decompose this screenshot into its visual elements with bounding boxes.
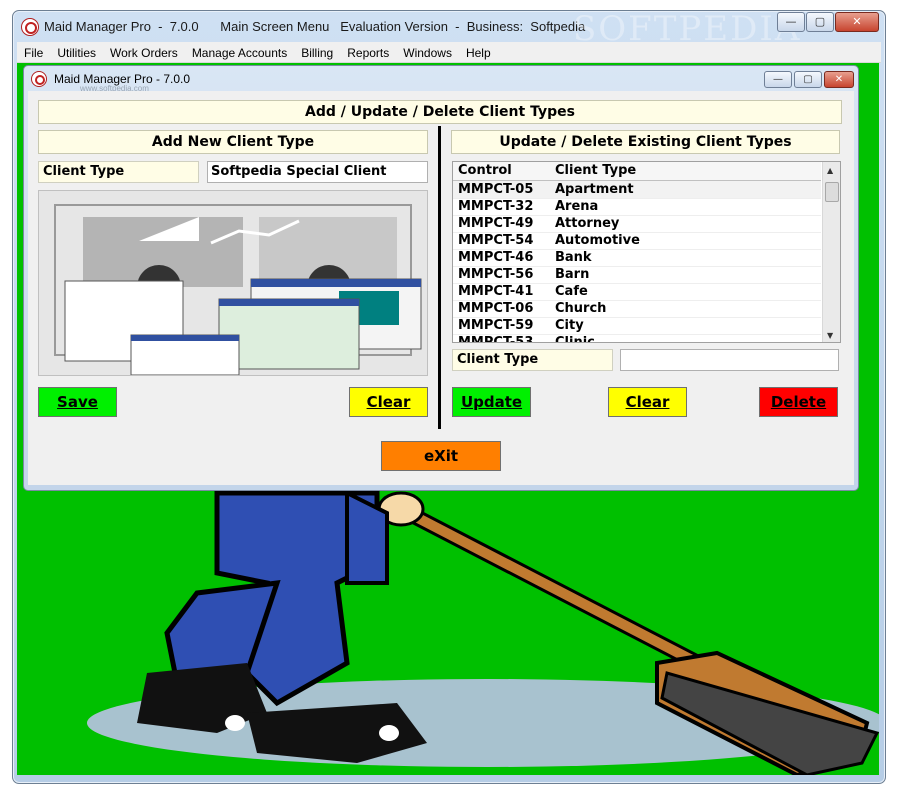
add-clear-button[interactable]: Clear [349, 387, 428, 417]
minimize-button[interactable]: — [777, 12, 805, 32]
scroll-down-icon[interactable]: ▼ [827, 331, 833, 340]
menu-windows[interactable]: Windows [396, 43, 459, 60]
save-button-label: Save [57, 393, 98, 411]
menu-reports[interactable]: Reports [340, 43, 396, 60]
update-clear-button-label: Clear [625, 393, 670, 411]
mdi-client-area: Maid Manager Pro - 7.0.0 www.softpedia.c… [17, 63, 879, 775]
list-item[interactable]: MMPCT-05 Apartment [453, 181, 821, 199]
title-bar[interactable]: Maid Manager Pro - 7.0.0 Main Screen Men… [13, 9, 885, 49]
update-section-header: Update / Delete Existing Client Types [451, 130, 840, 154]
row-client-type: Attorney [555, 216, 620, 231]
row-client-type: Bank [555, 250, 592, 265]
list-item[interactable]: MMPCT-46 Bank [453, 249, 821, 267]
row-control: MMPCT-05 [458, 182, 534, 197]
row-control: MMPCT-46 [458, 250, 534, 265]
row-control: MMPCT-56 [458, 267, 534, 282]
list-item[interactable]: MMPCT-59 City [453, 317, 821, 335]
add-clear-button-label: Clear [366, 393, 411, 411]
list-item[interactable]: MMPCT-41 Cafe [453, 283, 821, 301]
column-header-control[interactable]: Control [458, 162, 512, 180]
list-header: Control Client Type [453, 162, 821, 181]
delete-button[interactable]: Delete [759, 387, 838, 417]
exit-button[interactable]: eXit [381, 441, 501, 471]
menu-help[interactable]: Help [459, 43, 498, 60]
child-minimize-button[interactable]: — [764, 71, 792, 88]
add-section-header: Add New Client Type [38, 130, 428, 154]
list-scrollbar[interactable]: ▲ ▼ [822, 162, 840, 342]
row-control: MMPCT-41 [458, 284, 534, 299]
update-client-type-label: Client Type [452, 349, 613, 371]
row-control: MMPCT-53 [458, 335, 534, 343]
client-types-window: Maid Manager Pro - 7.0.0 www.softpedia.c… [23, 65, 859, 491]
section-divider [438, 126, 441, 429]
maximize-button[interactable]: ▢ [806, 12, 834, 32]
update-button-label: Update [460, 393, 523, 411]
row-control: MMPCT-06 [458, 301, 534, 316]
child-maximize-button[interactable]: ▢ [794, 71, 822, 88]
menu-file[interactable]: File [17, 43, 50, 60]
row-client-type: Automotive [555, 233, 640, 248]
window-title: Maid Manager Pro - 7.0.0 Main Screen Men… [44, 19, 586, 34]
list-item[interactable]: MMPCT-53 Clinic [453, 334, 821, 343]
update-client-type-input[interactable] [620, 349, 839, 371]
child-close-button[interactable]: ✕ [824, 71, 854, 88]
row-client-type: Cafe [555, 284, 588, 299]
menu-bar: File Utilities Work Orders Manage Accounts B… [17, 42, 881, 63]
save-button[interactable]: Save [38, 387, 117, 417]
update-button[interactable]: Update [452, 387, 531, 417]
add-client-type-label: Client Type [38, 161, 199, 183]
row-control: MMPCT-54 [458, 233, 534, 248]
add-client-type-input[interactable]: Softpedia Special Client [207, 161, 428, 183]
list-item[interactable]: MMPCT-06 Church [453, 300, 821, 318]
row-control: MMPCT-32 [458, 199, 534, 214]
row-client-type: Apartment [555, 182, 634, 197]
app-logo-icon [21, 18, 39, 36]
row-client-type: Church [555, 301, 607, 316]
menu-work-orders[interactable]: Work Orders [103, 43, 185, 60]
menu-billing[interactable]: Billing [294, 43, 340, 60]
close-button[interactable]: ✕ [835, 12, 879, 32]
scroll-up-icon[interactable]: ▲ [827, 166, 833, 175]
column-header-client-type[interactable]: Client Type [555, 162, 636, 180]
row-client-type: Clinic [555, 335, 595, 343]
app-logo-icon [31, 71, 47, 87]
update-clear-button[interactable]: Clear [608, 387, 687, 417]
row-client-type: City [555, 318, 584, 333]
list-item[interactable]: MMPCT-56 Barn [453, 266, 821, 284]
row-control: MMPCT-59 [458, 318, 534, 333]
row-control: MMPCT-49 [458, 216, 534, 231]
menu-manage-accounts[interactable]: Manage Accounts [185, 43, 294, 60]
row-client-type: Arena [555, 199, 599, 214]
scroll-thumb[interactable] [825, 182, 839, 202]
list-item[interactable]: MMPCT-32 Arena [453, 198, 821, 216]
client-types-list[interactable]: Control Client Type MMPCT-05 Apartment MM… [452, 161, 841, 343]
list-item[interactable]: MMPCT-54 Automotive [453, 232, 821, 250]
list-item[interactable]: MMPCT-49 Attorney [453, 215, 821, 233]
main-window: Maid Manager Pro - 7.0.0 Main Screen Men… [12, 9, 886, 784]
client-type-illustration [38, 190, 428, 376]
menu-utilities[interactable]: Utilities [50, 43, 103, 60]
form-title: Add / Update / Delete Client Types [38, 100, 842, 124]
row-client-type: Barn [555, 267, 590, 282]
client-types-form: Add / Update / Delete Client Types Add N… [28, 91, 854, 485]
delete-button-label: Delete [770, 393, 827, 411]
